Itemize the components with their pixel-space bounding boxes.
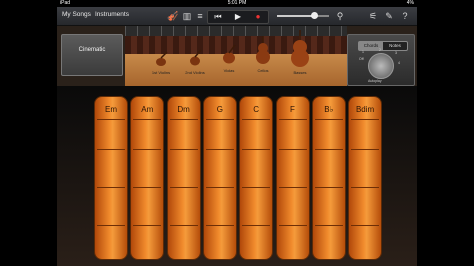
instruments-button[interactable]: Instruments xyxy=(95,11,129,18)
settings-wrench-icon[interactable]: ✎ xyxy=(383,10,395,22)
chord-strip[interactable]: Dm xyxy=(166,96,201,260)
viola-icon xyxy=(223,44,236,64)
notes-tab[interactable]: Notes xyxy=(383,42,407,50)
strip-divider xyxy=(169,225,198,226)
instrument-label: Cellos xyxy=(257,68,269,73)
chord-strip[interactable]: Am xyxy=(130,96,165,260)
cello-icon xyxy=(256,36,270,64)
basses[interactable]: Basses xyxy=(289,30,311,75)
volume-fill xyxy=(277,15,315,17)
strip-divider xyxy=(278,187,307,188)
strip-divider xyxy=(205,149,234,150)
knob-off-label: Off xyxy=(359,57,364,61)
toolbar: My Songs Instruments 🎻 ▥ ≡ ⏮ ▶ ● ⚲ ⚟ ✎ ? xyxy=(57,7,417,26)
chord-strip[interactable]: Em xyxy=(94,96,128,260)
chord-label: G xyxy=(216,105,223,114)
instrument-label: Basses xyxy=(293,70,307,75)
strip-divider xyxy=(242,119,271,120)
strip-divider xyxy=(351,225,380,226)
first-violins[interactable]: 1st Violins xyxy=(151,50,171,75)
chord-label: Am xyxy=(141,105,154,114)
play-icon[interactable]: ▶ xyxy=(228,11,248,23)
chord-label: Dm xyxy=(177,105,190,114)
rewind-icon[interactable]: ⏮ xyxy=(208,11,228,23)
chord-strip[interactable]: F xyxy=(275,96,310,260)
violin-icon xyxy=(156,51,168,66)
volume-knob[interactable] xyxy=(310,12,318,19)
record-icon[interactable]: ● xyxy=(248,11,268,23)
strip-divider xyxy=(242,149,271,150)
chord-label: Bdim xyxy=(355,105,375,114)
autoplay-knob[interactable] xyxy=(368,53,394,79)
knob-2-label: 2 xyxy=(379,48,381,52)
knob-4-label: 4 xyxy=(398,61,400,65)
strip-divider xyxy=(351,149,380,150)
strip-divider xyxy=(205,119,234,120)
strip-divider xyxy=(205,225,234,226)
double-bass-icon xyxy=(291,30,309,67)
strip-divider xyxy=(97,119,125,120)
instrument-icon[interactable]: 🎻 xyxy=(167,10,179,22)
clock: 5:01 PM xyxy=(227,0,247,6)
mixer-icon[interactable]: ≡ xyxy=(194,10,206,22)
right-letterbox xyxy=(417,0,474,266)
ipad-screen: iPad 5:01 PM 4% My Songs Instruments 🎻 ▥… xyxy=(57,0,417,266)
strip-divider xyxy=(97,225,125,226)
autoplay-label: Autoplay xyxy=(368,79,382,83)
instrument-panel[interactable]: Cinematic xyxy=(61,34,123,76)
violas[interactable]: Violas xyxy=(219,44,239,73)
help-icon[interactable]: ? xyxy=(399,10,411,22)
strip-divider xyxy=(242,225,271,226)
left-letterbox xyxy=(0,0,57,266)
chord-strip[interactable]: B♭ xyxy=(311,96,346,260)
song-ruler xyxy=(125,26,347,36)
chord-label: C xyxy=(253,105,260,114)
strip-divider xyxy=(169,149,198,150)
strip-divider xyxy=(314,119,343,120)
instrument-name: Cinematic xyxy=(78,47,106,53)
strip-divider xyxy=(278,225,307,226)
strip-divider xyxy=(169,119,198,120)
strip-divider xyxy=(278,119,307,120)
orchestra-stage: Cinematic 1st Violins 2nd Violins Violas… xyxy=(57,26,417,86)
chords-notes-toggle[interactable]: Chords Notes xyxy=(358,41,408,51)
strip-divider xyxy=(133,149,162,150)
my-songs-button[interactable]: My Songs xyxy=(62,11,91,18)
strip-divider xyxy=(351,187,380,188)
chord-strip[interactable]: Bdim xyxy=(348,96,383,260)
chord-strip[interactable]: C xyxy=(239,96,274,260)
strip-divider xyxy=(314,187,343,188)
knob-3-label: 3 xyxy=(395,51,397,55)
strip-divider xyxy=(169,187,198,188)
cellos[interactable]: Cellos xyxy=(253,36,273,73)
chord-strip[interactable]: G xyxy=(202,96,237,260)
track-controls-icon[interactable]: ⚟ xyxy=(367,10,379,22)
strip-divider xyxy=(242,187,271,188)
transport-controls: ⏮ ▶ ● xyxy=(207,10,269,24)
strip-divider xyxy=(133,119,162,120)
playback-control-panel: Chords Notes Off 1 2 3 4 Autoplay xyxy=(347,34,415,86)
strip-divider xyxy=(314,149,343,150)
strip-divider xyxy=(351,119,380,120)
chord-label: Em xyxy=(105,105,117,114)
strip-divider xyxy=(205,187,234,188)
strip-divider xyxy=(314,225,343,226)
tracks-view-icon[interactable]: ▥ xyxy=(181,10,193,22)
violin-icon xyxy=(190,49,202,66)
strip-divider xyxy=(133,225,162,226)
status-bar: iPad 5:01 PM 4% xyxy=(57,0,417,7)
strip-divider xyxy=(133,187,162,188)
strip-divider xyxy=(97,187,125,188)
chord-label: F xyxy=(290,105,295,114)
chord-label: B♭ xyxy=(324,105,334,114)
strip-divider xyxy=(278,149,307,150)
second-violins[interactable]: 2nd Violins xyxy=(185,48,205,75)
battery-level: 4% xyxy=(406,0,414,6)
strip-divider xyxy=(97,149,125,150)
knob-1-label: 1 xyxy=(362,50,364,54)
chord-strips: Em Am Dm G C F B♭ Bdim xyxy=(57,86,417,266)
master-volume-slider[interactable] xyxy=(277,12,329,19)
metronome-icon[interactable]: ⚲ xyxy=(334,10,346,22)
